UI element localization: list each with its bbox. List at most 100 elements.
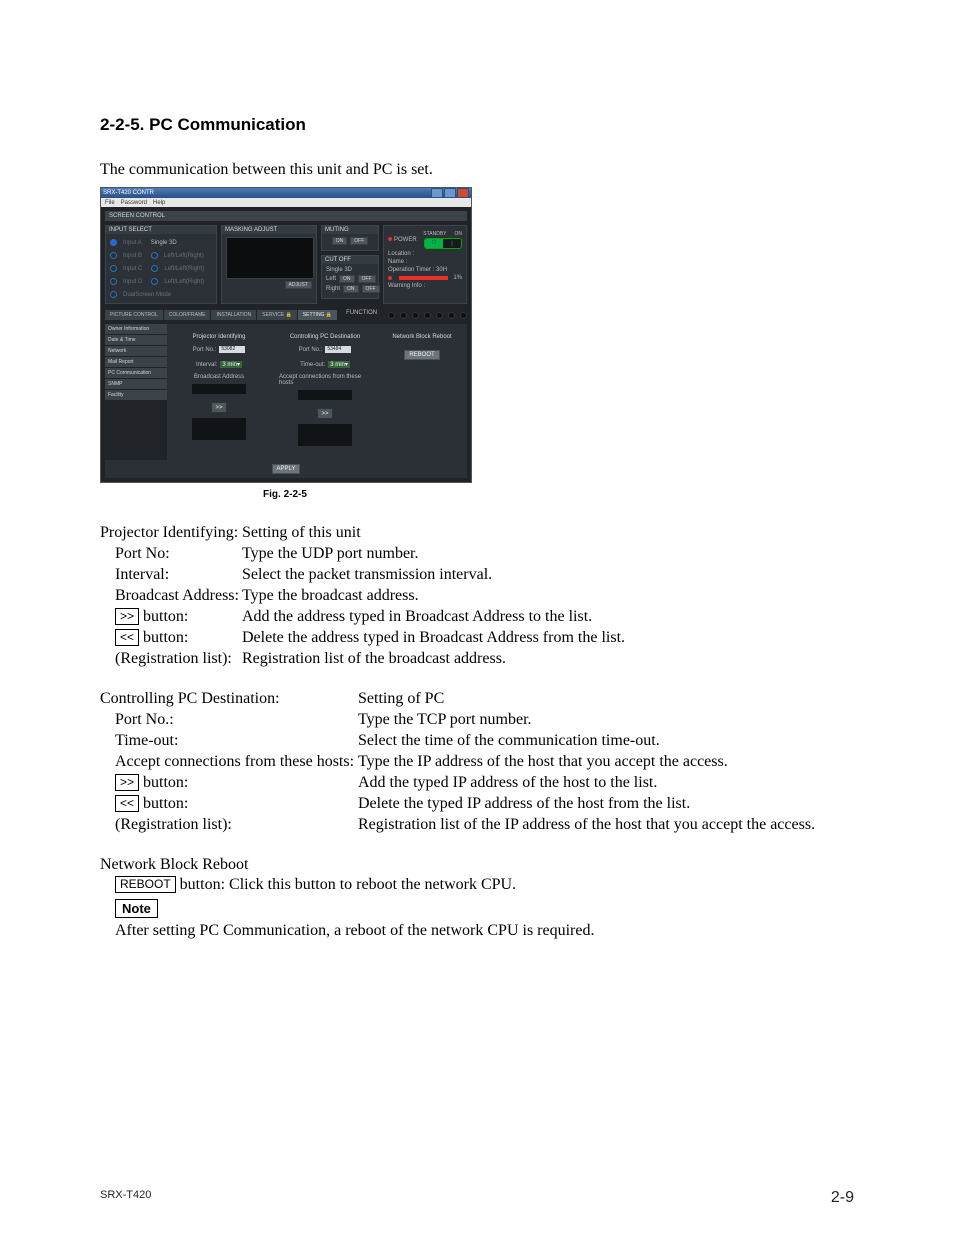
input-select-panel: INPUT SELECT Input ASingle 3D Input BLef… xyxy=(105,225,217,304)
broadcast-add-button[interactable]: >> xyxy=(211,402,227,413)
broadcast-label: Broadcast Address xyxy=(194,374,244,380)
function-slot-icon[interactable] xyxy=(448,312,455,319)
host-list[interactable] xyxy=(298,424,352,446)
sidebar-item-network[interactable]: Network xyxy=(105,346,167,356)
sidebar-item-owner[interactable]: Owner Information xyxy=(105,324,167,334)
sidebar-item-pccomm[interactable]: PC Communication xyxy=(105,368,167,378)
masking-preview xyxy=(226,237,314,279)
page-footer: SRX-T420 2-9 xyxy=(100,1189,854,1207)
left-on-button[interactable]: ON xyxy=(339,275,355,283)
right-off-button[interactable]: OFF xyxy=(362,285,380,293)
function-slot-icon[interactable] xyxy=(400,312,407,319)
reboot-desc: Network Block Reboot REBOOT button: Clic… xyxy=(100,856,854,940)
add-button-glyph: >> xyxy=(115,774,139,791)
maximize-icon[interactable] xyxy=(444,188,456,198)
radio-icon[interactable] xyxy=(151,265,158,272)
screen-control-header: SCREEN CONTROL xyxy=(105,211,467,221)
power-icon: ⏻ xyxy=(425,239,443,248)
sidebar-item-mail[interactable]: Mail Report xyxy=(105,357,167,367)
radio-icon[interactable] xyxy=(110,265,117,272)
settings-sidebar: Owner Information Date & Time Network Ma… xyxy=(105,324,167,460)
tab-install[interactable]: INSTALLATION xyxy=(211,310,256,320)
del-button-glyph: << xyxy=(115,795,139,812)
radio-icon[interactable] xyxy=(110,291,117,298)
power-led-icon xyxy=(388,237,392,241)
radio-icon[interactable] xyxy=(151,278,158,285)
sidebar-item-datetime[interactable]: Date & Time xyxy=(105,335,167,345)
function-slot-icon[interactable] xyxy=(388,312,395,319)
power-label: POWER xyxy=(394,237,417,243)
intro-text: The communication between this unit and … xyxy=(100,161,854,179)
pc-port-input[interactable]: 53484 xyxy=(325,346,351,353)
function-slot-icon[interactable] xyxy=(460,312,467,319)
status-location: Location : xyxy=(388,251,462,257)
controlling-pc-desc: Controlling PC Destination:Setting of PC… xyxy=(100,690,854,834)
host-add-button[interactable]: >> xyxy=(317,408,333,419)
menu-password[interactable]: Password xyxy=(121,200,147,206)
tab-setting[interactable]: SETTING 🔒 xyxy=(298,310,337,320)
pc-dest-title: Controlling PC Destination xyxy=(290,334,360,340)
function-slot-icon[interactable] xyxy=(424,312,431,319)
menu-help[interactable]: Help xyxy=(153,200,165,206)
reboot-button[interactable]: REBOOT xyxy=(404,350,439,360)
lamp-bar xyxy=(399,276,448,280)
reboot-group: Network Block Reboot REBOOT xyxy=(377,324,467,460)
desc-head: Controlling PC Destination: xyxy=(100,690,358,708)
minimize-icon[interactable] xyxy=(431,188,443,198)
app-window: SRX-T420 CONTR File Password Help SCREEN… xyxy=(100,187,472,483)
tab-service[interactable]: SERVICE 🔒 xyxy=(257,310,297,320)
proj-identify-title: Projector Identifying xyxy=(192,334,245,340)
masking-panel: MASKING ADJUST ADJUST xyxy=(221,225,317,304)
power-toggle[interactable]: ⏻ | xyxy=(424,238,462,249)
radio-icon[interactable] xyxy=(110,239,117,246)
del-button-glyph: << xyxy=(115,629,139,646)
chevron-down-icon: ▾ xyxy=(345,361,348,368)
tab-picture[interactable]: PICTURE CONTROL xyxy=(105,310,163,320)
accept-label: Accept connections from these hosts xyxy=(279,374,371,386)
radio-icon[interactable] xyxy=(110,252,117,259)
cutoff-subtitle: Single 3D xyxy=(326,267,374,273)
muting-on-button[interactable]: ON xyxy=(332,237,348,245)
left-off-button[interactable]: OFF xyxy=(358,275,376,283)
right-on-button[interactable]: ON xyxy=(343,285,359,293)
tab-bar: PICTURE CONTROL COLOR/FRAME INSTALLATION… xyxy=(105,310,467,320)
status-timer: Operation Timer : 30H xyxy=(388,267,462,273)
function-label: FUNCTION xyxy=(346,310,377,320)
input-select-title: INPUT SELECT xyxy=(106,226,216,234)
figure-caption: Fig. 2-2-5 xyxy=(100,489,470,500)
broadcast-list[interactable] xyxy=(192,418,246,440)
figure: SRX-T420 CONTR File Password Help SCREEN… xyxy=(100,187,854,500)
app-title: SRX-T420 CONTR xyxy=(103,190,154,196)
status-name: Name : xyxy=(388,259,462,265)
menu-bar: File Password Help xyxy=(101,198,471,207)
radio-icon[interactable] xyxy=(110,278,117,285)
controlling-pc-group: Controlling PC Destination Port No.:5348… xyxy=(279,334,371,446)
function-slot-icon[interactable] xyxy=(412,312,419,319)
broadcast-address-input[interactable] xyxy=(192,384,246,394)
tab-color[interactable]: COLOR/FRAME xyxy=(164,310,211,320)
proj-port-input[interactable]: 53082 xyxy=(219,346,245,353)
cutoff-title: CUT OFF xyxy=(322,256,378,264)
projector-identifying-desc: Projector Identifying:Setting of this un… xyxy=(100,524,854,668)
footer-model: SRX-T420 xyxy=(100,1189,151,1207)
muting-title: MUTING xyxy=(322,226,378,234)
note-text: After setting PC Communication, a reboot… xyxy=(100,922,854,940)
muting-off-button[interactable]: OFF xyxy=(350,237,368,245)
menu-file[interactable]: File xyxy=(105,200,115,206)
interval-select[interactable]: 3 min ▾ xyxy=(220,361,242,368)
adjust-button[interactable]: ADJUST xyxy=(285,281,312,289)
apply-button[interactable]: APPLY xyxy=(272,464,301,474)
sidebar-item-snmp[interactable]: SNMP xyxy=(105,379,167,389)
muting-panel: MUTING ON OFF xyxy=(321,225,379,251)
radio-icon[interactable] xyxy=(151,252,158,259)
timeout-select[interactable]: 3 min ▾ xyxy=(328,361,350,368)
sidebar-item-facility[interactable]: Facility xyxy=(105,390,167,400)
close-icon[interactable] xyxy=(457,188,469,198)
host-address-input[interactable] xyxy=(298,390,352,400)
desc-head: Projector Identifying: xyxy=(100,524,242,542)
footer-page: 2-9 xyxy=(831,1189,854,1207)
chevron-down-icon: ▾ xyxy=(237,361,240,368)
note-label: Note xyxy=(115,899,158,918)
function-slot-icon[interactable] xyxy=(436,312,443,319)
lock-icon: 🔒 xyxy=(286,312,292,318)
